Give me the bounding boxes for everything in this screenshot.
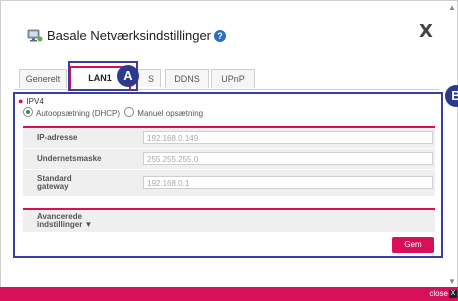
- subnet-mask-row: Undernetsmaske 255.255.255.0: [23, 149, 435, 170]
- close-button[interactable]: X: [419, 21, 433, 42]
- footer-close-icon[interactable]: X: [449, 290, 457, 298]
- scroll-down-arrow-icon[interactable]: ▼: [447, 277, 457, 287]
- scroll-up-arrow-icon[interactable]: ▲: [447, 3, 457, 13]
- advanced-settings-toggle[interactable]: Avancerede indstillinger ▼: [23, 208, 435, 232]
- ipv4-heading-text: IPV4: [26, 97, 44, 106]
- subnet-mask-field[interactable]: 255.255.255.0: [143, 152, 433, 165]
- bullet-icon: ●: [18, 96, 24, 106]
- tab-ddns[interactable]: DDNS: [165, 69, 209, 88]
- advanced-settings-label[interactable]: Avancerede indstillinger ▼: [37, 213, 92, 229]
- radio-manual[interactable]: [124, 107, 135, 117]
- gateway-label: Standard gateway: [37, 175, 72, 191]
- help-icon[interactable]: ?: [214, 30, 227, 42]
- callout-b-badge: B: [445, 85, 458, 107]
- gateway-label-line2: gateway: [37, 182, 69, 191]
- ip-address-label: IP-adresse: [37, 133, 78, 142]
- callout-a-badge: A: [117, 65, 139, 87]
- gateway-field[interactable]: 192.168.0.1: [143, 176, 433, 189]
- ip-address-row: IP-adresse 192.168.0.149: [23, 128, 435, 149]
- tab-upnp[interactable]: UPnP: [211, 69, 255, 88]
- save-button[interactable]: Gem: [392, 237, 434, 253]
- dialog-title-text: Basale Netværksindstillinger: [47, 28, 212, 43]
- subnet-mask-label: Undernetsmaske: [37, 154, 102, 163]
- radio-manual-label[interactable]: Manuel opsætning: [137, 109, 203, 118]
- radio-auto-label[interactable]: Autoopsætning (DHCP): [36, 109, 120, 118]
- footer-close-label[interactable]: close: [429, 289, 448, 298]
- footer-bar: close X: [0, 287, 458, 301]
- ip-mode-radio-group: Autoopsætning (DHCP) Manuel opsætning: [23, 107, 205, 118]
- ip-settings-form: IP-adresse 192.168.0.149 Undernetsmaske …: [23, 126, 435, 197]
- ipv4-heading: ● IPV4: [18, 96, 44, 106]
- tab-generelt[interactable]: Generelt: [19, 69, 67, 88]
- gateway-row: Standard gateway 192.168.0.1: [23, 170, 435, 197]
- dialog-frame: Basale Netværksindstillinger? X Generelt…: [0, 0, 458, 288]
- advanced-label-line2: indstillinger ▼: [37, 220, 93, 229]
- ip-address-field[interactable]: 192.168.0.149: [143, 131, 433, 144]
- network-computer-icon: [27, 29, 43, 42]
- dialog-title: Basale Netværksindstillinger?: [47, 28, 227, 43]
- radio-auto-dhcp[interactable]: [23, 107, 33, 117]
